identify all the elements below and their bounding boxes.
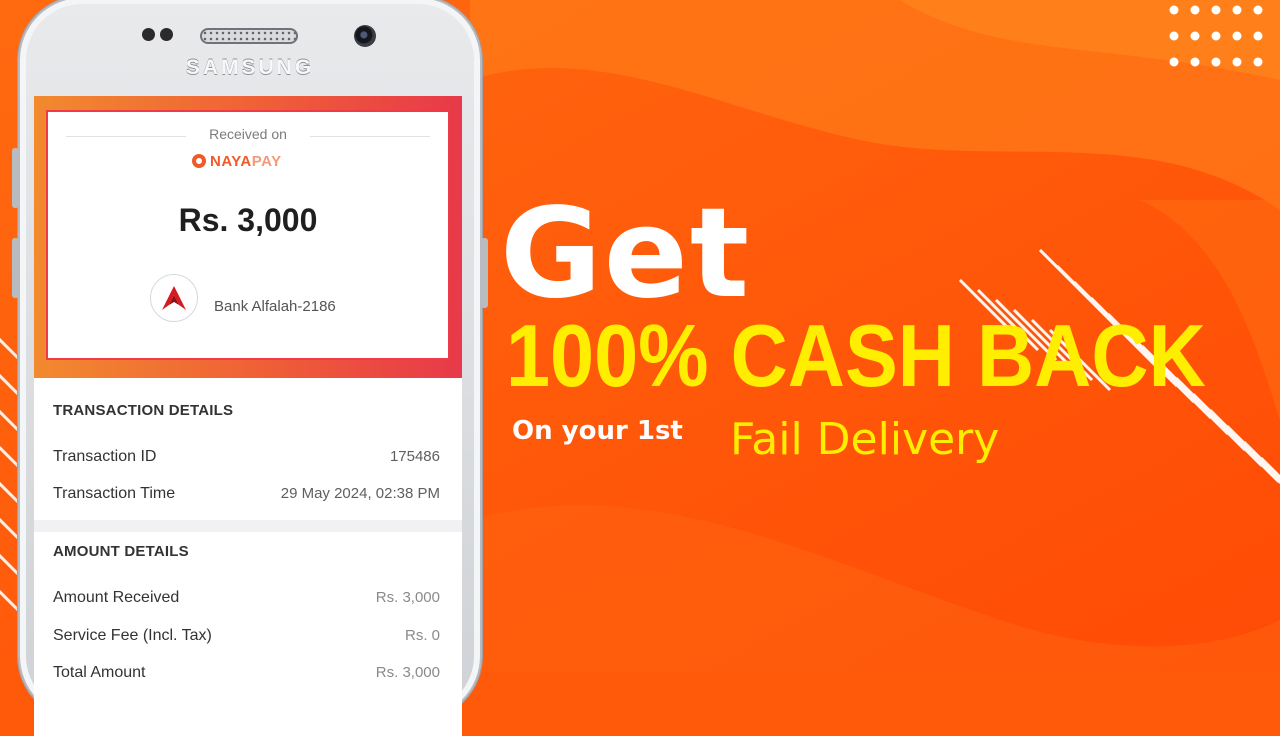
- phone-volume-button: [12, 238, 19, 298]
- receipt-header: Received on NAYA PAY Rs. 3,000 Bank Alfa…: [34, 96, 462, 378]
- decor-dot: [1232, 57, 1242, 67]
- phone-sensor: [160, 28, 173, 41]
- section-divider: [34, 520, 462, 532]
- decor-dot: [1211, 31, 1221, 41]
- decor-dot: [1253, 5, 1263, 15]
- decor-dot: [1232, 31, 1242, 41]
- phone-power-button: [481, 238, 488, 308]
- amount-received-row: Amount Received Rs. 3,000: [53, 589, 440, 606]
- phone-volume-button: [12, 148, 19, 208]
- total-amount-row: Total Amount Rs. 3,000: [53, 664, 440, 681]
- received-on-label: Received on: [48, 126, 448, 142]
- promo-offer: 100% CASH BACK: [506, 306, 1206, 405]
- phone-screen: Received on NAYA PAY Rs. 3,000 Bank Alfa…: [34, 96, 462, 736]
- front-camera: [354, 25, 376, 47]
- decor-dot: [1253, 31, 1263, 41]
- decor-dot: [1190, 5, 1200, 15]
- amount-details-title: AMOUNT DETAILS: [53, 543, 189, 560]
- promo-headline: Get: [500, 182, 752, 326]
- decor-dot: [1211, 57, 1221, 67]
- decor-dot: [1211, 5, 1221, 15]
- receipt-card: Received on NAYA PAY Rs. 3,000 Bank Alfa…: [46, 110, 450, 360]
- decor-dot: [1190, 31, 1200, 41]
- promo-subtext-second: Fail Delivery: [730, 414, 1000, 465]
- decor-dot: [1169, 5, 1179, 15]
- nayapay-ring-icon: [192, 154, 206, 168]
- decor-dot: [1190, 57, 1200, 67]
- transaction-details-title: TRANSACTION DETAILS: [53, 402, 234, 419]
- service-fee-row: Service Fee (Incl. Tax) Rs. 0: [53, 627, 440, 644]
- received-amount: Rs. 3,000: [178, 202, 318, 238]
- decor-dot: [1232, 5, 1242, 15]
- bank-alfalah-logo-icon: [150, 274, 198, 322]
- phone-brand-label: SAMSUNG: [185, 56, 315, 79]
- phone-sensor: [142, 28, 155, 41]
- decor-dot: [1169, 31, 1179, 41]
- phone-speaker: [200, 28, 298, 44]
- transaction-time-row: Transaction Time 29 May 2024, 02:38 PM: [53, 485, 440, 502]
- nayapay-logo: NAYA PAY: [192, 150, 282, 172]
- transaction-id-row: Transaction ID 175486: [53, 448, 440, 465]
- decor-dot: [1253, 57, 1263, 67]
- promo-subtext-first: On your 1st: [512, 416, 683, 446]
- bank-name: Bank Alfalah-2186: [214, 298, 336, 315]
- phone-mockup: SAMSUNG Received on NAYA PAY Rs. 3,000 B…: [12, 0, 488, 736]
- decor-dot: [1169, 57, 1179, 67]
